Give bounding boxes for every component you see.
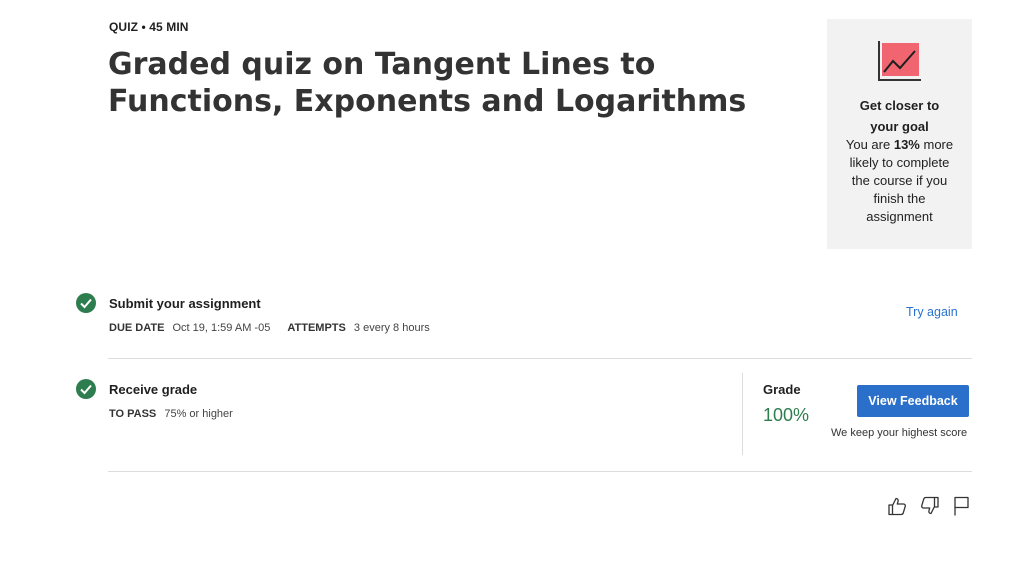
trend-chart-icon [878,41,921,81]
due-date-label: DUE DATE [109,322,165,334]
to-pass-value: 75% or higher [164,408,233,420]
attempts-label: ATTEMPTS [287,322,346,334]
highest-score-note: We keep your highest score [831,427,968,439]
divider [108,471,972,472]
quiz-type-label: QUIZ [109,20,139,34]
try-again-button[interactable]: Try again [906,305,958,319]
goal-percent: 13% [893,137,920,152]
divider [108,358,972,359]
due-date-value: Oct 19, 1:59 AM -05 [172,322,271,334]
goal-heading: Get closer to your goal [859,98,940,134]
grade-step-meta: TO PASS 75% or higher [109,408,247,420]
quiz-duration: 45 MIN [149,20,189,34]
flag-icon[interactable] [951,495,973,517]
goal-text: You are 13% more likely to complete the … [827,136,972,226]
thumbs-up-icon[interactable] [886,495,908,517]
submit-check-icon [76,293,96,313]
goal-card: Get closer to your goal You are 13% more… [827,19,972,249]
page-title: Graded quiz on Tangent Lines to Function… [108,47,747,119]
goal-text-before: You are [845,137,891,152]
thumbs-down-icon[interactable] [919,495,941,517]
submit-step-title: Submit your assignment [109,296,261,311]
grade-step-title: Receive grade [109,382,198,397]
to-pass-label: TO PASS [109,408,157,420]
view-feedback-button[interactable]: View Feedback [857,385,969,417]
quiz-meta: QUIZ • 45 MIN [109,20,189,34]
meta-separator: • [141,20,146,34]
grade-value: 100% [763,405,810,425]
submit-step-meta: DUE DATE Oct 19, 1:59 AM -05 ATTEMPTS 3 … [109,322,444,334]
grade-check-icon [76,379,96,399]
grade-label: Grade [763,382,801,397]
attempts-value: 3 every 8 hours [353,322,430,334]
vertical-divider [742,373,743,455]
